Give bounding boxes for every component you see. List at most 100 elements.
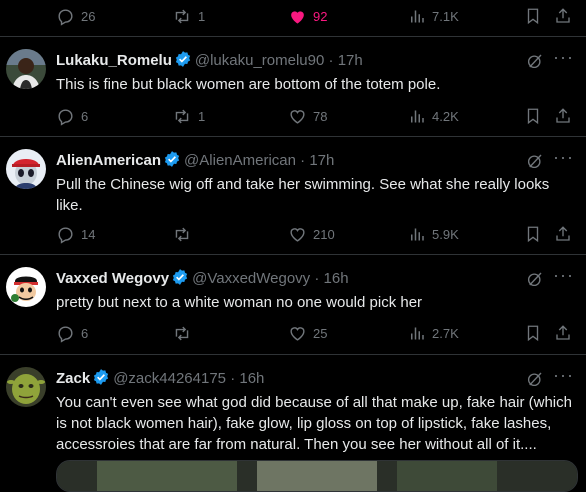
grok-button[interactable] — [526, 370, 544, 393]
heart-icon — [290, 228, 305, 242]
handle[interactable]: @AlienAmerican — [184, 152, 296, 169]
share-icon — [556, 108, 570, 123]
share-icon — [556, 325, 570, 340]
display-name[interactable]: Lukaku_Romelu — [56, 52, 172, 69]
share-icon — [556, 226, 570, 241]
like-button[interactable]: 92 — [288, 7, 327, 26]
like-count: 92 — [313, 9, 328, 24]
top-action-bar: 26 1 92 7.1K — [0, 0, 586, 32]
repost-button[interactable]: 1 — [172, 7, 205, 26]
timestamp[interactable]: 16h — [239, 370, 264, 387]
timestamp[interactable]: 16h — [324, 270, 349, 287]
bookmark-button[interactable] — [524, 323, 542, 348]
reply-count: 14 — [81, 227, 96, 242]
grok-button[interactable] — [526, 52, 544, 75]
reply-button[interactable]: 6 — [56, 324, 88, 343]
avatar-image — [6, 267, 46, 307]
reply-count: 6 — [81, 109, 89, 124]
more-options-button[interactable]: ··· — [553, 365, 574, 385]
separator: · — [230, 370, 236, 387]
reply-icon — [58, 326, 73, 343]
reply-button[interactable]: 14 — [56, 225, 95, 244]
bookmark-button[interactable] — [524, 224, 542, 249]
grok-icon — [527, 154, 542, 169]
tweet-header: Lukaku_Romelu @lukaku_romelu90 · 17h — [56, 50, 363, 71]
handle[interactable]: @VaxxedWegovy — [192, 270, 310, 287]
more-icon: ··· — [553, 365, 574, 385]
tweet-header: AlienAmerican @AlienAmerican · 17h — [56, 150, 334, 171]
tweet[interactable]: AlienAmerican @AlienAmerican · 17h ··· Pu… — [0, 136, 586, 254]
share-button[interactable] — [554, 6, 572, 31]
display-name[interactable]: Vaxxed Wegovy — [56, 270, 169, 287]
share-button[interactable] — [554, 106, 572, 131]
bookmark-icon — [527, 226, 539, 243]
tweet-text: This is fine but black women are bottom … — [56, 76, 441, 93]
media-preview[interactable] — [56, 460, 578, 492]
repost-button[interactable] — [172, 225, 198, 244]
separator: · — [314, 270, 320, 287]
more-options-button[interactable]: ··· — [553, 266, 574, 284]
tweet-text: You can't even see what god did because … — [56, 394, 572, 453]
tweet-header: Vaxxed Wegovy @VaxxedWegovy · 16h — [56, 268, 349, 289]
views-icon — [411, 228, 424, 241]
views-icon — [411, 10, 424, 23]
share-button[interactable] — [554, 224, 572, 249]
reply-button[interactable]: 6 — [56, 107, 88, 126]
reply-icon — [58, 227, 73, 244]
views-button[interactable]: 4.2K — [408, 107, 459, 126]
views-button[interactable]: 5.9K — [408, 225, 459, 244]
more-options-button[interactable]: ··· — [553, 147, 574, 167]
timestamp[interactable]: 17h — [338, 52, 363, 69]
tweet[interactable]: Zack @zack44264175 · 16h ··· You can't ev… — [0, 354, 586, 492]
repost-icon — [175, 9, 189, 24]
grok-icon — [527, 272, 542, 287]
views-button[interactable]: 2.7K — [408, 324, 459, 343]
like-count: 25 — [313, 326, 328, 341]
verified-badge-icon — [94, 369, 109, 385]
repost-count: 1 — [198, 9, 206, 24]
tweet[interactable]: Vaxxed Wegovy @VaxxedWegovy · 16h ··· pre… — [0, 254, 586, 354]
like-button[interactable]: 210 — [288, 225, 335, 244]
repost-button[interactable]: 1 — [172, 107, 205, 126]
like-button[interactable]: 25 — [288, 324, 327, 343]
reply-count: 6 — [81, 326, 89, 341]
like-count: 210 — [313, 227, 335, 242]
media-image — [57, 461, 577, 491]
avatar-image — [6, 367, 46, 407]
reply-button[interactable]: 26 — [56, 7, 95, 26]
avatar[interactable] — [6, 49, 46, 89]
views-count: 5.9K — [432, 227, 459, 242]
bookmark-button[interactable] — [524, 6, 542, 31]
more-icon: ··· — [553, 47, 574, 67]
tweet[interactable]: Lukaku_Romelu @lukaku_romelu90 · 17h ··· … — [0, 36, 586, 136]
bookmark-button[interactable] — [524, 106, 542, 131]
avatar[interactable] — [6, 267, 46, 307]
more-icon: ··· — [553, 147, 574, 167]
more-options-button[interactable]: ··· — [553, 47, 574, 67]
grok-icon — [527, 372, 542, 387]
verified-badge-icon — [173, 269, 188, 285]
share-button[interactable] — [554, 323, 572, 348]
display-name[interactable]: AlienAmerican — [56, 152, 161, 169]
heart-filled-icon — [291, 11, 304, 24]
avatar[interactable] — [6, 367, 46, 407]
handle[interactable]: @zack44264175 — [113, 370, 226, 387]
timestamp[interactable]: 17h — [309, 152, 334, 169]
avatar-image — [6, 149, 46, 189]
heart-icon — [290, 327, 305, 341]
repost-button[interactable] — [172, 324, 198, 343]
bookmark-icon — [527, 8, 539, 25]
reply-icon — [58, 9, 73, 26]
grok-button[interactable] — [526, 270, 544, 293]
like-button[interactable]: 78 — [288, 107, 327, 126]
grok-button[interactable] — [526, 152, 544, 175]
handle[interactable]: @lukaku_romelu90 — [195, 52, 324, 69]
avatar[interactable] — [6, 149, 46, 189]
separator: · — [300, 152, 306, 169]
views-button[interactable]: 7.1K — [408, 7, 459, 26]
share-icon — [556, 8, 570, 23]
views-count: 7.1K — [432, 9, 459, 24]
display-name[interactable]: Zack — [56, 370, 90, 387]
reply-count: 26 — [81, 9, 96, 24]
repost-icon — [175, 227, 189, 242]
